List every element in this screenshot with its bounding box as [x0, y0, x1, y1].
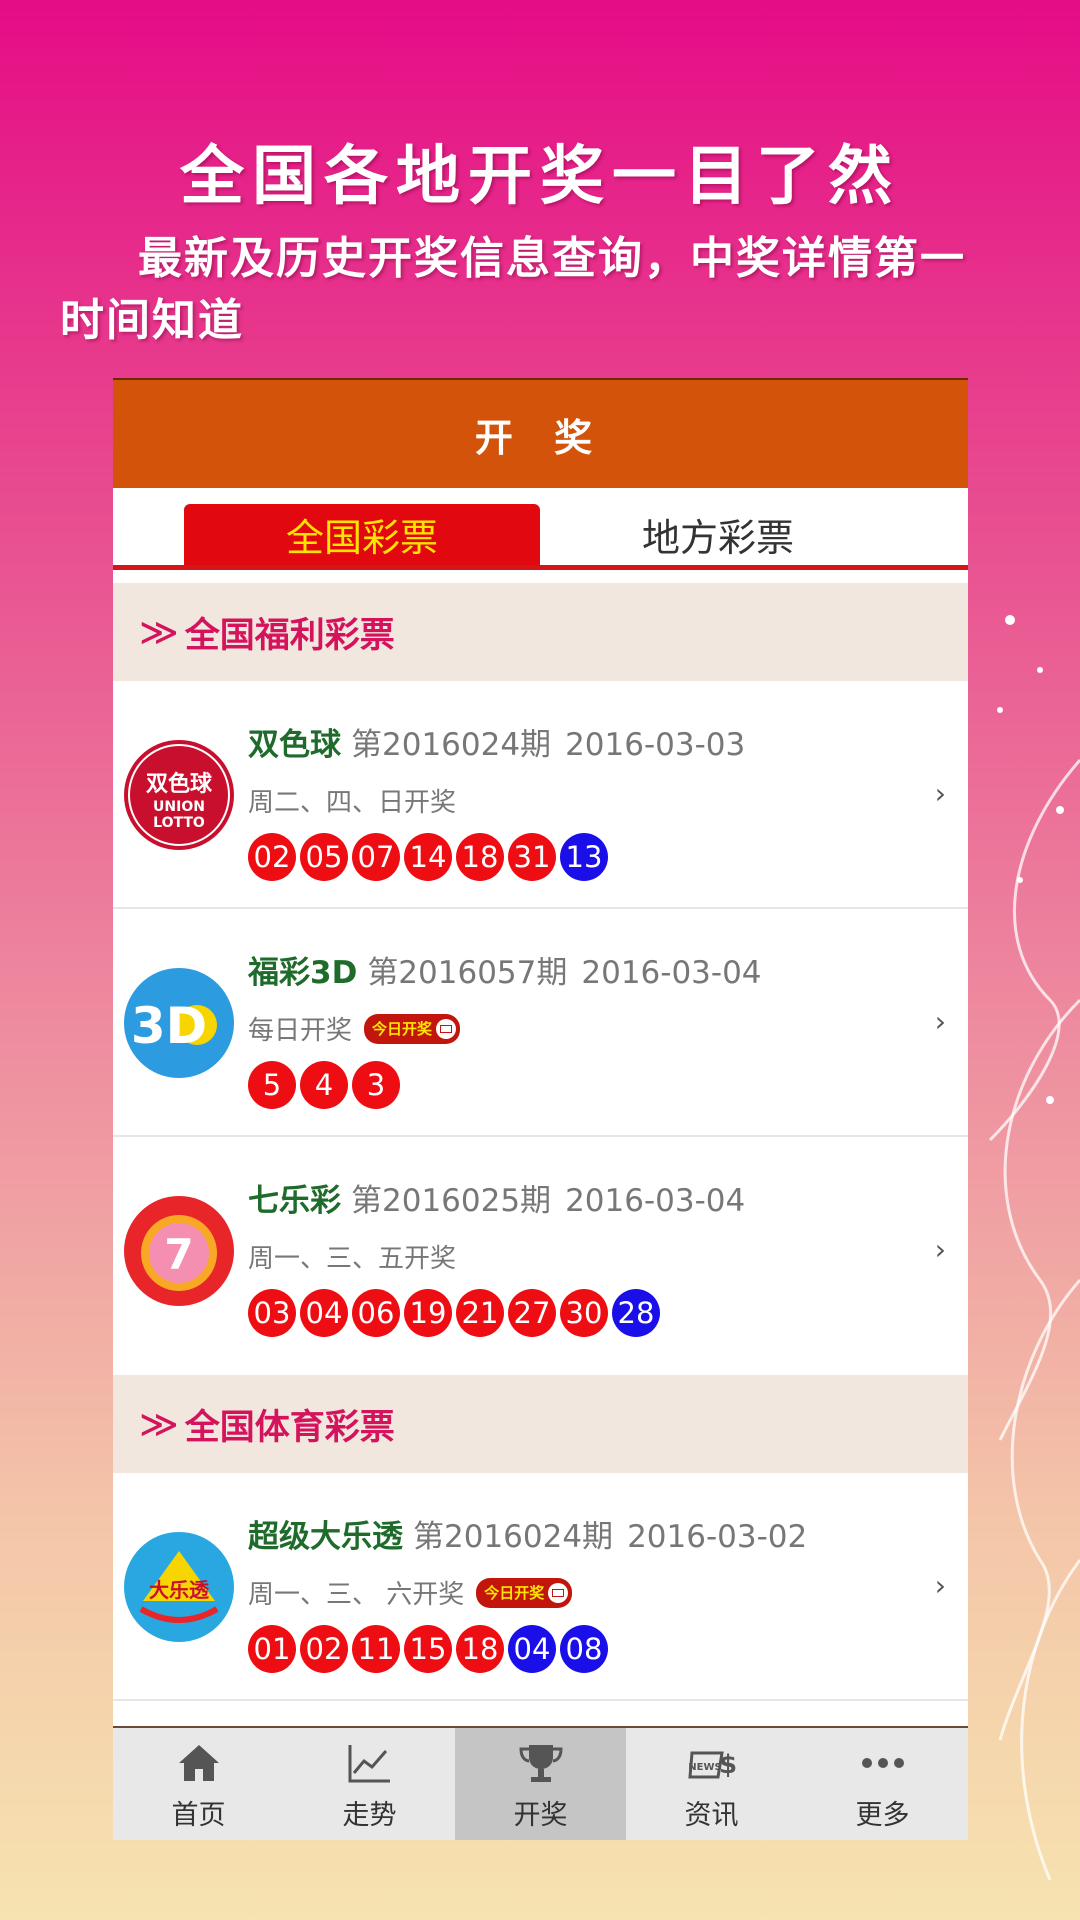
section-title: 全国福利彩票: [184, 615, 395, 656]
ssq-logo-icon: 双色球 UNION LOTTO: [123, 739, 235, 851]
section-header-welfare: ≫ 全国福利彩票: [113, 583, 968, 681]
red-ball: 11: [352, 1625, 400, 1673]
svg-text:$: $: [718, 1750, 735, 1780]
tab-local-lottery[interactable]: 地方彩票: [540, 504, 896, 565]
svg-text:NEWS: NEWS: [688, 1762, 721, 1773]
lottery-name: 双色球: [248, 727, 341, 763]
qlc-logo-icon: 7: [123, 1195, 235, 1307]
red-ball: 30: [560, 1289, 608, 1337]
svg-text:双色球: 双色球: [146, 771, 213, 797]
lottery-row-3d[interactable]: 3D 福彩3D 第2016057期 2016-03-04 每日开奖 今日开奖 5 4…: [113, 909, 968, 1137]
draw-schedule: 周一、三、五开奖: [248, 1244, 457, 1274]
nav-more[interactable]: 更多: [797, 1728, 968, 1840]
promo-headline: 全国各地开奖一目了然: [180, 139, 900, 214]
lottery-name: 福彩3D: [248, 955, 358, 991]
red-ball: 06: [352, 1289, 400, 1337]
today-draw-badge: 今日开奖: [476, 1577, 573, 1608]
svg-text:LOTTO: LOTTO: [153, 815, 205, 831]
lottery-row-ssq[interactable]: 双色球 UNION LOTTO 双色球 第2016024期 2016-03-03 周…: [113, 681, 968, 909]
section-header-sports: ≫ 全国体育彩票: [113, 1375, 968, 1473]
lottery-name: 超级大乐透: [248, 1519, 403, 1555]
red-ball: 15: [404, 1625, 452, 1673]
lottery-issue: 第2016057期: [367, 955, 568, 991]
trend-chart-icon: [348, 1745, 390, 1783]
svg-text:3D: 3D: [131, 997, 207, 1055]
lottery-issue: 第2016024期: [413, 1519, 614, 1555]
chevron-right-icon: ›: [934, 1233, 946, 1266]
nav-label: 开奖: [513, 1800, 568, 1831]
badge-label: 今日开奖: [372, 1020, 433, 1038]
red-ball: 07: [352, 833, 400, 881]
chevron-right-icon: ≫: [139, 1402, 179, 1446]
lottery-issue: 第2016024期: [351, 727, 552, 763]
chevron-right-icon: ›: [934, 1569, 946, 1602]
nav-label: 更多: [855, 1800, 910, 1831]
home-icon: [178, 1745, 219, 1781]
lottery-date: 2016-03-02: [627, 1519, 808, 1555]
nav-home[interactable]: 首页: [113, 1728, 284, 1840]
red-ball: 18: [456, 1625, 504, 1673]
red-ball: 01: [248, 1625, 296, 1673]
lottery-date: 2016-03-04: [581, 955, 762, 991]
dlt-logo-icon: 大乐透: [123, 1531, 235, 1643]
chevron-right-icon: ›: [934, 777, 946, 810]
today-draw-badge: 今日开奖: [364, 1013, 461, 1044]
envelope-icon: [548, 1582, 569, 1603]
news-icon: NEWS$: [688, 1750, 736, 1780]
red-ball: 02: [300, 1625, 348, 1673]
nav-label: 资讯: [684, 1800, 739, 1831]
red-ball: 02: [248, 833, 296, 881]
draw-schedule: 每日开奖: [248, 1016, 353, 1046]
lottery-date: 2016-03-04: [565, 1183, 746, 1219]
lottery-issue: 第2016025期: [351, 1183, 552, 1219]
red-ball: 18: [456, 833, 504, 881]
red-ball: 04: [300, 1289, 348, 1337]
red-ball: 5: [248, 1061, 296, 1109]
svg-text:大乐透: 大乐透: [149, 1578, 210, 1602]
draw-schedule: 周二、四、日开奖: [248, 788, 457, 818]
nav-label: 首页: [171, 1800, 226, 1831]
fc3d-logo-icon: 3D: [123, 967, 235, 1079]
lottery-row-dlt[interactable]: 大乐透 超级大乐透 第2016024期 2016-03-02 周一、三、 六开奖 今…: [113, 1473, 968, 1701]
red-ball: 27: [508, 1289, 556, 1337]
red-ball: 3: [352, 1061, 400, 1109]
tab-national-lottery[interactable]: 全国彩票: [184, 504, 540, 565]
promo-subline: 最新及历史开奖信息查询，中奖详情第一时间知道: [60, 233, 966, 346]
draw-schedule: 周一、三、 六开奖: [248, 1580, 465, 1610]
red-ball: 19: [404, 1289, 452, 1337]
lottery-date: 2016-03-03: [565, 727, 746, 763]
lottery-name: 七乐彩: [248, 1183, 341, 1219]
app-title: 开 奖: [113, 378, 968, 488]
nav-label: 走势: [342, 1800, 397, 1831]
lottery-row-qlc[interactable]: 7 七乐彩 第2016025期 2016-03-04 周一、三、五开奖 03 04 …: [113, 1137, 968, 1363]
decorative-swirl-icon: [988, 615, 1080, 1881]
envelope-icon: [436, 1018, 457, 1039]
red-ball: 03: [248, 1289, 296, 1337]
chevron-right-icon: ›: [934, 1005, 946, 1038]
svg-text:7: 7: [164, 1230, 193, 1279]
blue-ball: 28: [612, 1289, 660, 1337]
nav-trend[interactable]: 走势: [284, 1728, 455, 1840]
red-ball: 05: [300, 833, 348, 881]
trophy-icon: [518, 1745, 563, 1782]
nav-draw[interactable]: 开奖: [455, 1728, 626, 1840]
svg-text:UNION: UNION: [153, 799, 205, 815]
red-ball: 14: [404, 833, 452, 881]
blue-ball: 08: [560, 1625, 608, 1673]
bottom-nav: 首页 走势 开奖 NEWS $ 资讯 更多: [113, 1726, 968, 1840]
red-ball: 21: [456, 1289, 504, 1337]
blue-ball: 13: [560, 833, 608, 881]
phone-screen: 开 奖 全国彩票 地方彩票 ≫ 全国福利彩票 双色球 UNION LOTTO 双…: [113, 378, 968, 1840]
tab-bar: 全国彩票 地方彩票: [113, 488, 968, 570]
blue-ball: 04: [508, 1625, 556, 1673]
more-dots-icon: [861, 1758, 904, 1768]
chevron-right-icon: ≫: [139, 610, 179, 654]
nav-news[interactable]: NEWS $ 资讯: [626, 1728, 797, 1840]
badge-label: 今日开奖: [484, 1584, 545, 1602]
red-ball: 31: [508, 833, 556, 881]
red-ball: 4: [300, 1061, 348, 1109]
section-title: 全国体育彩票: [184, 1407, 395, 1448]
